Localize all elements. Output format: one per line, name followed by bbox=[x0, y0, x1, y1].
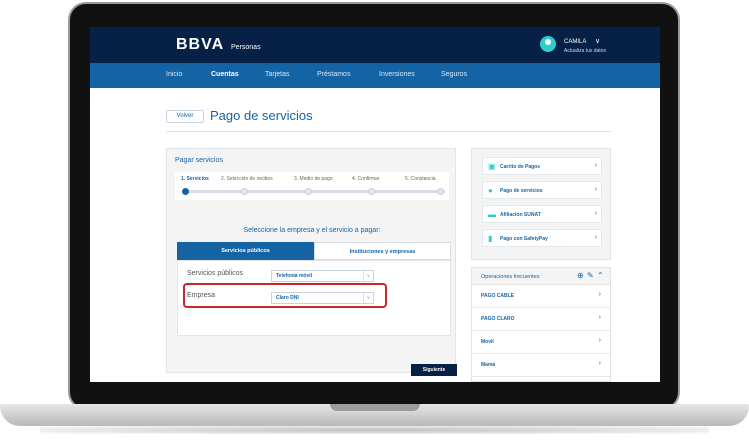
chevron-right-icon: › bbox=[594, 162, 597, 169]
chevron-right-icon: › bbox=[594, 210, 597, 217]
chevron-down-icon[interactable]: ∨ bbox=[595, 37, 600, 45]
user-avatar-icon[interactable] bbox=[540, 36, 556, 52]
side-link-label: Pago con SafetyPay bbox=[500, 236, 548, 242]
update-data-link[interactable]: Actualiza tus datos bbox=[564, 48, 606, 54]
chevron-down-icon: ∨ bbox=[363, 271, 373, 281]
screen: BBVA Personas CAMILA Actualiza tus datos… bbox=[90, 27, 660, 382]
bbva-logo[interactable]: BBVA bbox=[176, 36, 224, 54]
step-1-dot bbox=[182, 188, 189, 195]
frequent-operations-header: Operaciones frecuentes ⊕ ✎ ⌃ bbox=[472, 268, 610, 285]
list-item[interactable]: Mamá › bbox=[472, 354, 610, 377]
nav-item-inicio[interactable]: Inicio bbox=[166, 71, 182, 78]
panel-title: Pagar servicios bbox=[175, 157, 223, 164]
page-title: Pago de servicios bbox=[210, 108, 313, 123]
chevron-right-icon: › bbox=[594, 234, 597, 241]
step-4-dot bbox=[368, 188, 375, 195]
edit-icon[interactable]: ✎ bbox=[587, 272, 595, 280]
next-button[interactable]: Siguiente bbox=[411, 364, 457, 376]
list-item[interactable]: PAGO CLARO › bbox=[472, 308, 610, 331]
side-link-sunat[interactable]: ▬ Afiliación SUNAT › bbox=[482, 205, 602, 223]
main-nav: Inicio Cuentas Tarjetas Préstamos Invers… bbox=[90, 63, 660, 88]
side-link-carrito[interactable]: ▣ Carrito de Pagos › bbox=[482, 157, 602, 175]
frequent-item-label: PAGO CLARO bbox=[481, 316, 515, 322]
side-link-label: Carrito de Pagos bbox=[500, 164, 541, 170]
step-5-dot bbox=[437, 188, 444, 195]
service-type-value: Telefonía móvil bbox=[276, 273, 313, 279]
nav-item-seguros[interactable]: Seguros bbox=[441, 71, 467, 78]
laptop-notch bbox=[330, 404, 420, 411]
progress-steps: 1. Servicios 2. Selección de recibos 3. … bbox=[175, 172, 449, 200]
laptop-shadow bbox=[40, 426, 709, 434]
user-name[interactable]: CAMILA bbox=[564, 39, 586, 45]
step-5-label: 5. Constancia bbox=[405, 176, 436, 182]
service-tabs: Servicios públicos Instituciones y empre… bbox=[177, 242, 451, 260]
step-3-label: 3. Medio de pago bbox=[294, 176, 333, 182]
list-item[interactable]: PAGO CABLE › bbox=[472, 285, 610, 308]
service-type-select[interactable]: Telefonía móvil ∨ bbox=[271, 270, 374, 282]
highlight-box bbox=[183, 283, 387, 308]
add-icon[interactable]: ⊕ bbox=[577, 272, 585, 280]
chevron-right-icon: › bbox=[598, 314, 601, 321]
nav-item-prestamos[interactable]: Préstamos bbox=[317, 71, 350, 78]
service-form: Servicios públicos Telefonía móvil ∨ Emp… bbox=[177, 260, 451, 336]
chevron-right-icon: › bbox=[598, 360, 601, 367]
list-item[interactable]: Movil › bbox=[472, 331, 610, 354]
id-card-icon: ▬ bbox=[488, 210, 496, 219]
cart-icon: ▣ bbox=[488, 162, 496, 171]
chevron-right-icon: › bbox=[598, 291, 601, 298]
title-divider bbox=[166, 131, 612, 132]
step-2-dot bbox=[241, 188, 248, 195]
side-link-label: Pago de servicios bbox=[500, 188, 543, 194]
step-2-label: 2. Selección de recibos bbox=[221, 176, 273, 182]
nav-item-inversiones[interactable]: Inversiones bbox=[379, 71, 415, 78]
step-track bbox=[183, 190, 445, 193]
frequent-operations-panel: Operaciones frecuentes ⊕ ✎ ⌃ PAGO CABLE … bbox=[471, 267, 611, 382]
page-content: Volver Pago de servicios Pagar servicios… bbox=[90, 88, 660, 382]
side-link-safetypay[interactable]: ▮ Pago con SafetyPay › bbox=[482, 229, 602, 247]
top-header: BBVA Personas CAMILA Actualiza tus datos… bbox=[90, 27, 660, 63]
step-3-dot bbox=[305, 188, 312, 195]
tab-instituciones-empresas[interactable]: Instituciones y empresas bbox=[314, 242, 451, 260]
chart-icon: ▮ bbox=[488, 234, 493, 243]
logo-subtitle: Personas bbox=[231, 44, 261, 51]
side-link-pago-servicios[interactable]: ● Pago de servicios › bbox=[482, 181, 602, 199]
side-link-label: Afiliación SUNAT bbox=[500, 212, 541, 218]
payment-icon: ● bbox=[488, 186, 493, 195]
chevron-right-icon: › bbox=[594, 186, 597, 193]
back-button[interactable]: Volver bbox=[166, 110, 204, 123]
tab-servicios-publicos[interactable]: Servicios públicos bbox=[177, 242, 314, 260]
frequent-item-label: Movil bbox=[481, 339, 494, 345]
nav-item-tarjetas[interactable]: Tarjetas bbox=[265, 71, 290, 78]
frequent-operations-title: Operaciones frecuentes bbox=[481, 274, 540, 280]
frequent-item-label: Mamá bbox=[481, 362, 496, 368]
step-1-label: 1. Servicios bbox=[181, 176, 209, 182]
frequent-item-label: PAGO CABLE bbox=[481, 293, 514, 299]
quick-links-panel: ▣ Carrito de Pagos › ● Pago de servicios… bbox=[471, 148, 611, 260]
chevron-up-icon[interactable]: ⌃ bbox=[597, 272, 605, 280]
payment-panel: Pagar servicios 1. Servicios 2. Selecció… bbox=[166, 148, 457, 376]
chevron-right-icon: › bbox=[598, 337, 601, 344]
nav-item-cuentas[interactable]: Cuentas bbox=[211, 71, 239, 78]
instruction-text: Seleccione la empresa y el servicio a pa… bbox=[243, 227, 381, 234]
service-type-label: Servicios públicos bbox=[187, 270, 244, 277]
step-4-label: 4. Confirmar bbox=[352, 176, 380, 182]
